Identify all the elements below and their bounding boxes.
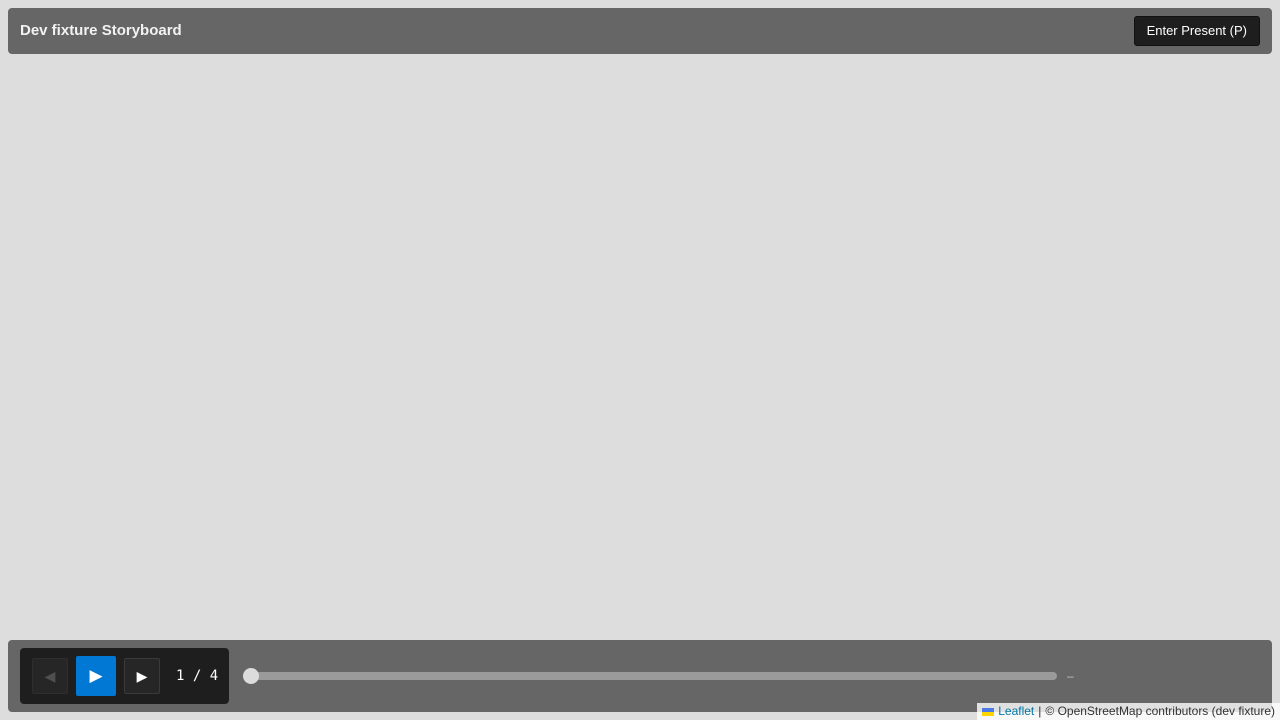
triangle-right-icon: ▶: [136, 667, 148, 684]
map-canvas[interactable]: [0, 0, 1280, 720]
triangle-left-icon: ◀: [44, 667, 56, 684]
playback-bar: ◀ ▶ ▶ 1 / 4 –: [8, 640, 1272, 712]
slide-counter: 1 / 4: [176, 668, 219, 684]
previous-button[interactable]: ◀: [32, 658, 68, 694]
ukraine-flag-icon: [982, 707, 995, 716]
attribution-copyright: © OpenStreetMap contributors (dev fixtur…: [1045, 704, 1275, 718]
map-attribution: Leaflet | © OpenStreetMap contributors (…: [977, 703, 1280, 720]
play-button[interactable]: ▶: [76, 656, 116, 696]
page-title: Dev fixture Storyboard: [20, 22, 182, 39]
time-label: –: [1067, 669, 1074, 683]
progress-slider-thumb[interactable]: [243, 668, 259, 684]
enter-present-button[interactable]: Enter Present (P): [1133, 16, 1260, 46]
playback-controls: ◀ ▶ ▶ 1 / 4: [20, 648, 229, 704]
progress-slider[interactable]: [243, 668, 1057, 684]
attribution-separator: |: [1038, 704, 1042, 718]
leaflet-link[interactable]: Leaflet: [998, 703, 1034, 720]
next-button[interactable]: ▶: [124, 658, 160, 694]
header-bar: Dev fixture Storyboard Enter Present (P): [8, 8, 1272, 54]
play-icon: ▶: [89, 666, 103, 685]
